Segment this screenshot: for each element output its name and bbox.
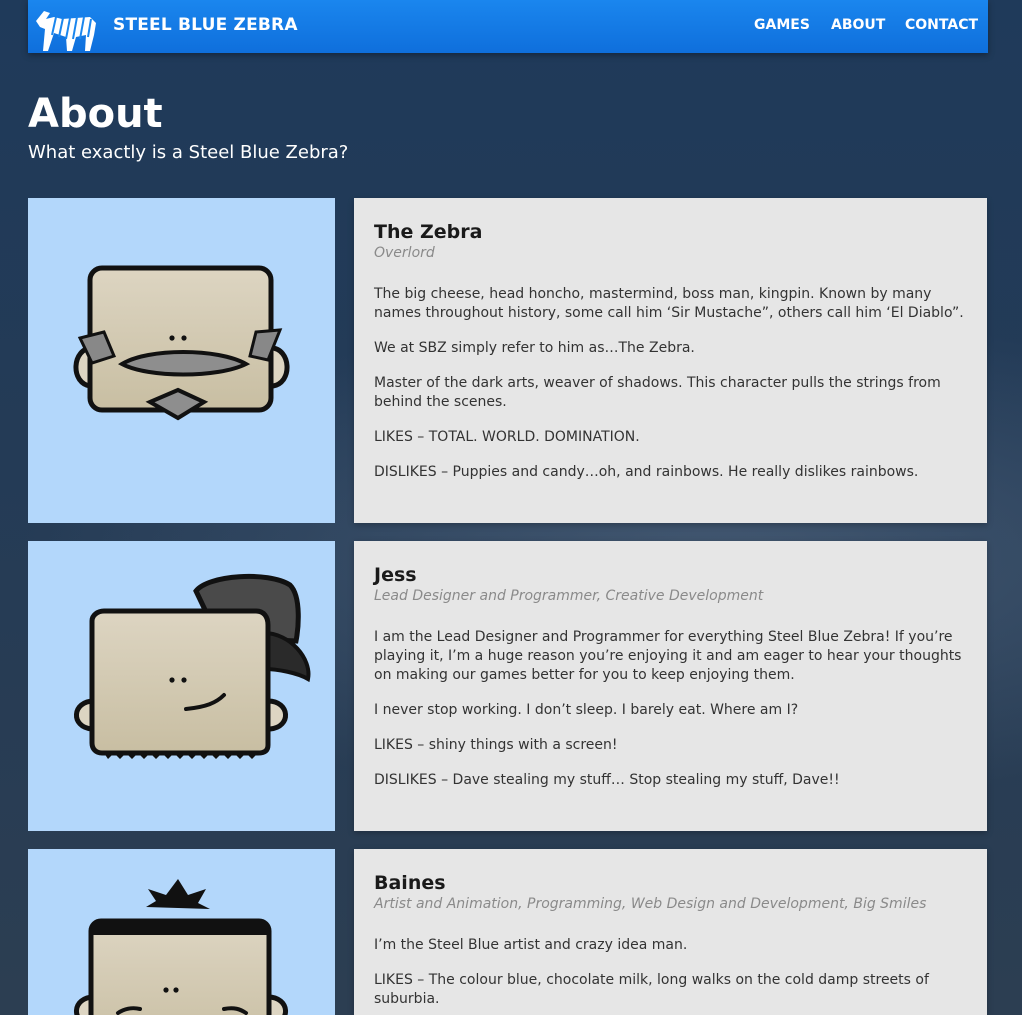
member-role: Overlord [374, 245, 435, 261]
member-name: Baines [374, 872, 446, 894]
member-bio-paragraph: Master of the dark arts, weaver of shado… [374, 375, 941, 410]
member-role: Lead Designer and Programmer, Creative D… [374, 588, 764, 604]
baines-avatar-icon [74, 879, 288, 1015]
member-likes: LIKES – shiny things with a screen! [374, 737, 618, 753]
member-bio-paragraph: I am the Lead Designer and Programmer fo… [374, 629, 962, 683]
member-bio-paragraph: I’m the Steel Blue artist and crazy idea… [374, 937, 688, 953]
top-navbar: STEEL BLUE ZEBRA GAMES ABOUT CONTACT [28, 0, 988, 53]
zebra-logo-icon[interactable] [32, 5, 98, 53]
brand-name[interactable]: STEEL BLUE ZEBRA [113, 15, 298, 35]
member-dislikes: DISLIKES – Dave stealing my stuff… Stop … [374, 772, 840, 788]
nav-about[interactable]: ABOUT [831, 17, 885, 33]
page-subtitle: What exactly is a Steel Blue Zebra? [28, 142, 349, 163]
member-card-jess: Jess Lead Designer and Programmer, Creat… [354, 541, 987, 831]
baines-portrait [28, 849, 335, 1015]
member-bio-paragraph: I never stop working. I don’t sleep. I b… [374, 702, 799, 718]
member-likes: LIKES – The colour blue, chocolate milk,… [374, 972, 929, 1007]
member-dislikes: DISLIKES – Puppies and candy…oh, and rai… [374, 464, 919, 480]
nav-games[interactable]: GAMES [754, 17, 810, 33]
jess-portrait [28, 541, 335, 831]
member-card-baines: Baines Artist and Animation, Programming… [354, 849, 987, 1015]
member-likes: LIKES – TOTAL. WORLD. DOMINATION. [374, 429, 640, 445]
member-name: The Zebra [374, 221, 483, 243]
zebra-portrait [28, 198, 335, 523]
member-role: Artist and Animation, Programming, Web D… [374, 896, 927, 912]
page-title: About [28, 91, 163, 137]
member-bio-paragraph: We at SBZ simply refer to him as…The Zeb… [374, 340, 695, 356]
jess-avatar-icon [74, 574, 311, 759]
member-bio-paragraph: The big cheese, head honcho, mastermind,… [374, 286, 964, 321]
member-card-zebra: The Zebra Overlord The big cheese, head … [354, 198, 987, 523]
zebra-avatar-icon [73, 265, 290, 421]
nav-contact[interactable]: CONTACT [905, 17, 978, 33]
member-name: Jess [374, 564, 417, 586]
